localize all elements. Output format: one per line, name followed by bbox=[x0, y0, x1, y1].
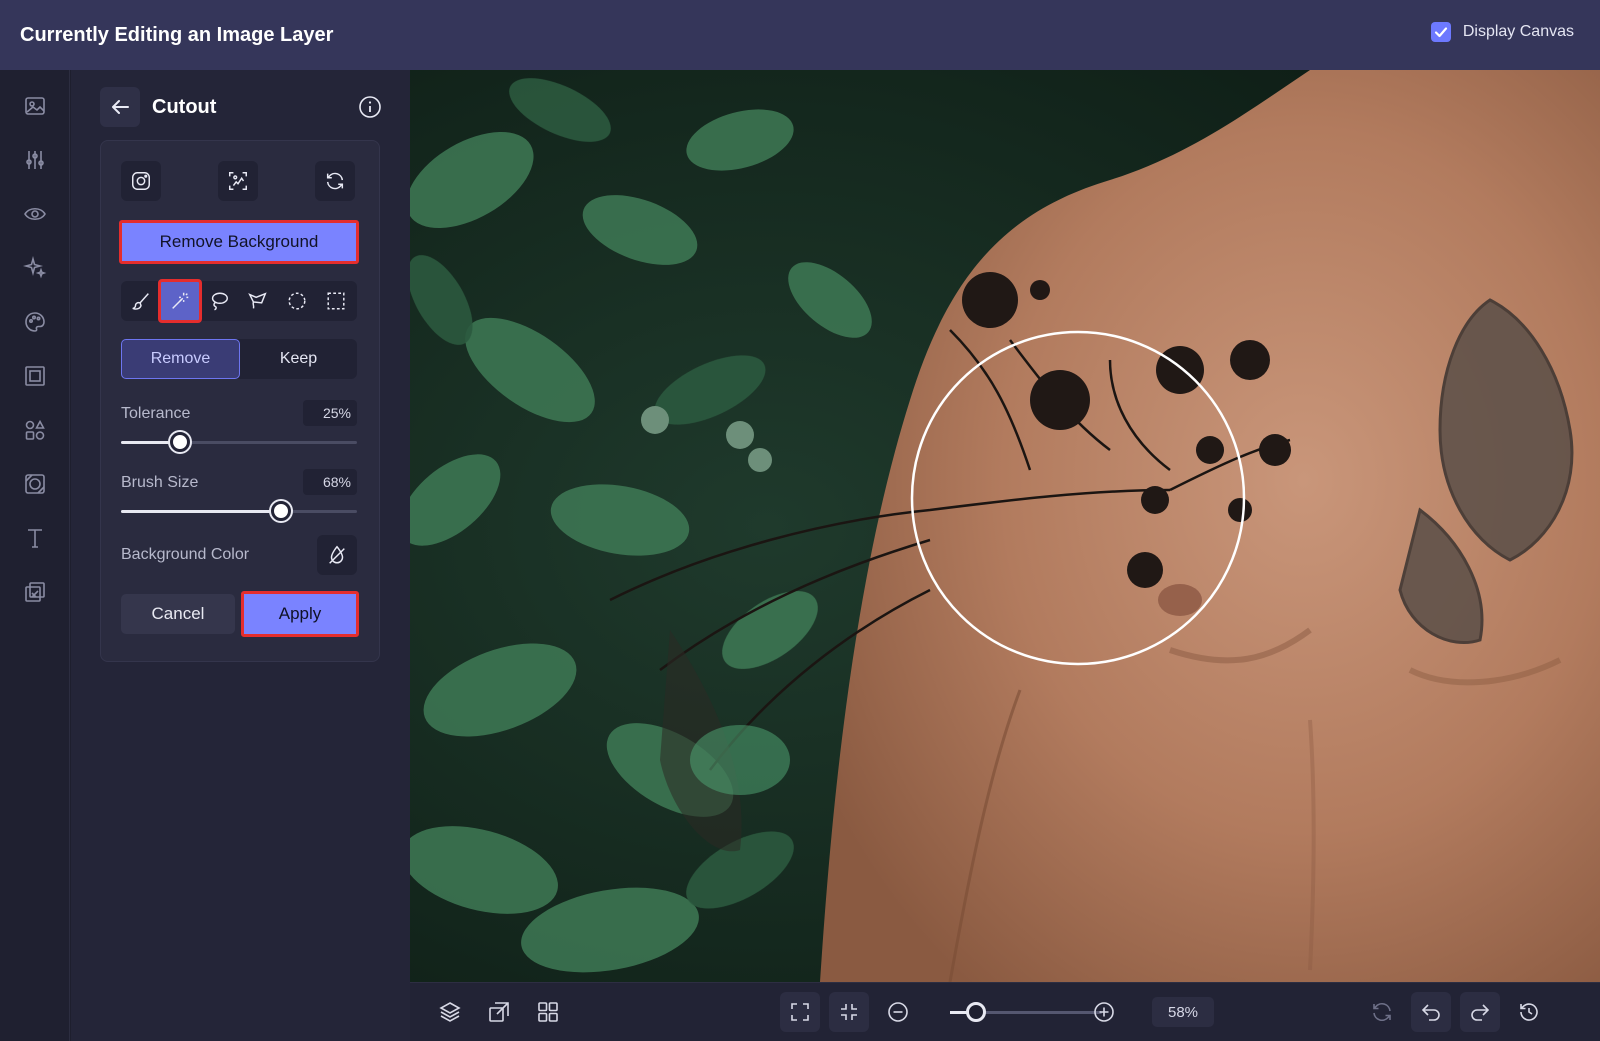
remove-background-button[interactable]: Remove Background bbox=[119, 220, 359, 264]
editor-canvas[interactable] bbox=[410, 70, 1600, 982]
ellipse-select-icon[interactable] bbox=[277, 281, 317, 321]
app-window: Currently Editing an Image Layer Display… bbox=[0, 0, 1600, 1041]
brush-size-slider-track[interactable] bbox=[121, 501, 357, 521]
overlay-icon[interactable] bbox=[21, 578, 49, 606]
undo-icon[interactable] bbox=[1411, 992, 1451, 1032]
arrow-left-icon bbox=[112, 100, 129, 114]
cutout-icon[interactable] bbox=[218, 161, 258, 201]
background-color-label: Background Color bbox=[121, 546, 250, 563]
redo-icon[interactable] bbox=[1460, 992, 1500, 1032]
keep-mode-button[interactable]: Keep bbox=[240, 339, 357, 379]
top-bar: Currently Editing an Image Layer Display… bbox=[0, 0, 1600, 70]
text-icon[interactable] bbox=[21, 524, 49, 552]
rect-select-icon[interactable] bbox=[316, 281, 356, 321]
panel-title: Cutout bbox=[152, 95, 217, 118]
sparkles-icon[interactable] bbox=[21, 254, 49, 282]
brush-size-value[interactable]: 68% bbox=[303, 469, 357, 495]
refresh-icon[interactable] bbox=[315, 161, 355, 201]
zoom-out-icon[interactable] bbox=[878, 992, 918, 1032]
resize-icon[interactable] bbox=[479, 992, 519, 1032]
display-canvas-label: Display Canvas bbox=[1462, 23, 1574, 40]
polygon-lasso-icon[interactable] bbox=[238, 281, 278, 321]
image-layer[interactable] bbox=[410, 70, 1600, 982]
cancel-button[interactable]: Cancel bbox=[121, 594, 235, 634]
display-canvas-checkbox[interactable] bbox=[1430, 22, 1451, 42]
brush-size-control: Brush Size 68% bbox=[121, 469, 357, 534]
fit-screen-icon[interactable] bbox=[829, 992, 869, 1032]
brush-size-slider-fill bbox=[121, 510, 282, 513]
zoom-in-icon[interactable] bbox=[1084, 992, 1124, 1032]
info-icon[interactable] bbox=[358, 95, 382, 119]
background-color-row: Background Color bbox=[121, 535, 357, 575]
tool-rail bbox=[0, 70, 70, 1041]
bottom-toolbar: 58% bbox=[410, 982, 1600, 1041]
panel-header: Cutout bbox=[100, 87, 382, 127]
zoom-slider-thumb[interactable] bbox=[965, 1002, 986, 1022]
texture-icon[interactable] bbox=[21, 470, 49, 498]
frame-icon[interactable] bbox=[21, 362, 49, 390]
elements-icon[interactable] bbox=[21, 416, 49, 444]
fullscreen-icon[interactable] bbox=[780, 992, 820, 1032]
image-icon[interactable] bbox=[21, 92, 49, 120]
zoom-slider-track[interactable] bbox=[950, 1002, 1102, 1022]
cutout-card: Remove Background Remove Keep Tolerance … bbox=[100, 140, 380, 662]
brush-size-slider-thumb[interactable] bbox=[271, 501, 292, 521]
adjustments-icon[interactable] bbox=[21, 146, 49, 174]
tolerance-control: Tolerance 25% bbox=[121, 400, 357, 465]
mode-toggle: Remove Keep bbox=[121, 339, 357, 379]
tolerance-value[interactable]: 25% bbox=[303, 400, 357, 426]
grid-icon[interactable] bbox=[528, 992, 568, 1032]
tolerance-slider-thumb[interactable] bbox=[170, 432, 190, 452]
magic-wand-icon[interactable] bbox=[158, 279, 202, 323]
reset-icon[interactable] bbox=[1362, 992, 1402, 1032]
background-color-picker[interactable] bbox=[317, 535, 357, 575]
history-icon[interactable] bbox=[1509, 992, 1549, 1032]
cutout-tool-row bbox=[121, 161, 359, 201]
instagram-icon[interactable] bbox=[121, 161, 161, 201]
palette-icon[interactable] bbox=[21, 308, 49, 336]
apply-button[interactable]: Apply bbox=[241, 591, 359, 637]
checkmark-icon bbox=[1434, 27, 1447, 38]
zoom-value[interactable]: 58% bbox=[1152, 997, 1214, 1027]
tolerance-label: Tolerance bbox=[121, 405, 191, 422]
tolerance-slider-track[interactable] bbox=[121, 432, 357, 452]
selection-tools bbox=[121, 279, 357, 323]
remove-mode-button[interactable]: Remove bbox=[121, 339, 240, 379]
eye-icon[interactable] bbox=[21, 200, 49, 228]
no-color-icon bbox=[329, 545, 345, 564]
display-canvas-toggle[interactable]: Display Canvas bbox=[1430, 22, 1574, 42]
cutout-panel: Cutout Remove Background Remove Keep Tol… bbox=[71, 70, 410, 1041]
back-button[interactable] bbox=[100, 87, 140, 127]
lasso-icon[interactable] bbox=[199, 281, 239, 321]
layers-icon[interactable] bbox=[430, 992, 470, 1032]
page-title: Currently Editing an Image Layer bbox=[20, 23, 334, 46]
brush-icon[interactable] bbox=[121, 281, 161, 321]
brush-size-label: Brush Size bbox=[121, 474, 199, 491]
